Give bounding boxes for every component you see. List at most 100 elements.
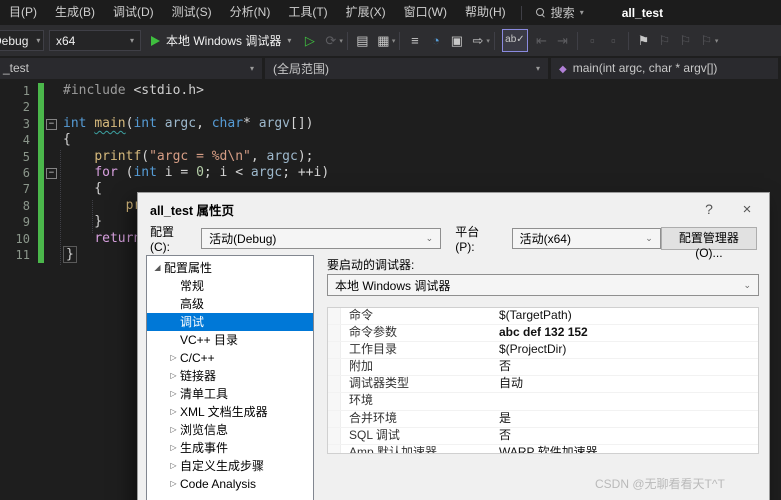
collapse-region-icon[interactable]: − (46, 168, 57, 179)
menu-item[interactable]: 扩展(X) (337, 0, 395, 25)
solution-platform-combo[interactable]: x64 ▾ (49, 30, 141, 51)
menu-item[interactable]: 工具(T) (279, 0, 336, 25)
fold-margin (44, 83, 60, 99)
tree-item[interactable]: ▷生成事件 (147, 439, 313, 457)
save-all-icon[interactable]: ▦ (373, 26, 394, 55)
start-without-debugging-icon[interactable]: ▷ (299, 26, 320, 55)
line-number: 9 (0, 214, 38, 230)
tree-item[interactable]: ◢配置属性 (147, 259, 313, 277)
solution-config-combo[interactable]: Debug ▾ (0, 30, 44, 51)
property-row[interactable]: SQL 调试否 (328, 428, 758, 445)
property-value[interactable]: 否 (499, 359, 758, 375)
tree-item[interactable]: ▷C/C++ (147, 349, 313, 367)
property-row[interactable]: 附加否 (328, 359, 758, 376)
tree-item[interactable]: 调试 (147, 313, 313, 331)
prev-bookmark-icon[interactable]: ⚐ (654, 26, 675, 55)
property-grid[interactable]: 命令$(TargetPath)命令参数abc def 132 152工作目录$(… (327, 307, 759, 454)
tree-expanded-icon[interactable]: ◢ (151, 259, 164, 277)
tree-item[interactable]: ▷清单工具 (147, 385, 313, 403)
navigate-forward-icon[interactable]: ⇨ (467, 26, 488, 55)
menu-item[interactable]: 生成(B) (46, 0, 104, 25)
code-line[interactable]: 5 printf("argc = %d\n", argc); (0, 149, 781, 165)
tree-collapsed-icon[interactable]: ▷ (167, 421, 180, 439)
member-dropdown[interactable]: ◆main(int argc, char * argv[]) (551, 58, 778, 79)
tree-collapsed-icon[interactable]: ▷ (167, 403, 180, 421)
menu-item[interactable]: 帮助(H) (456, 0, 515, 25)
tree-collapsed-icon[interactable]: ▷ (167, 475, 180, 493)
property-value[interactable]: WARP 软件加速器 (499, 445, 758, 454)
project-dropdown[interactable]: _test ▾ (0, 58, 262, 79)
tree-item[interactable]: 常规 (147, 277, 313, 295)
property-value[interactable] (499, 393, 758, 409)
line-list-icon[interactable]: ≡ (404, 26, 425, 55)
dialog-title-bar[interactable]: all_test 属性页 ? × (138, 193, 769, 225)
indent-decrease-icon[interactable]: ⇤ (531, 26, 552, 55)
fold-margin[interactable]: − (44, 165, 60, 181)
help-button[interactable]: ? (699, 201, 719, 217)
performance-icon[interactable]: ◔ (425, 26, 446, 55)
tree-item[interactable]: ▷链接器 (147, 367, 313, 385)
property-row[interactable]: 环境 (328, 393, 758, 410)
property-row[interactable]: 命令参数abc def 132 152 (328, 325, 758, 342)
menu-item[interactable]: 窗口(W) (395, 0, 456, 25)
property-value[interactable]: 是 (499, 411, 758, 427)
search-label: 搜索 (551, 4, 575, 21)
fold-margin[interactable]: − (44, 116, 60, 132)
tree-item[interactable]: ▷浏览信息 (147, 421, 313, 439)
tree-item[interactable]: ▷Code Analysis (147, 475, 313, 493)
menu-item[interactable]: 调试(D) (104, 0, 163, 25)
tree-item[interactable]: 高级 (147, 295, 313, 313)
indent-increase-icon[interactable]: ⇥ (552, 26, 573, 55)
tree-item[interactable]: VC++ 目录 (147, 331, 313, 349)
tree-item[interactable]: ▷自定义生成步骤 (147, 457, 313, 475)
chevron-down-icon: ⌄ (743, 280, 751, 291)
property-row[interactable]: 调试器类型自动 (328, 376, 758, 393)
close-icon[interactable]: × (737, 201, 757, 218)
platform-combo[interactable]: 活动(x64) ⌄ (512, 228, 661, 249)
open-file-icon[interactable]: ▤ (352, 26, 373, 55)
menu-item[interactable]: 分析(N) (221, 0, 280, 25)
next-bookmark-icon[interactable]: ⚐ (675, 26, 696, 55)
hot-reload-icon[interactable]: ⟳ (320, 26, 341, 55)
code-line[interactable]: 2 (0, 99, 781, 115)
property-value[interactable]: 自动 (499, 376, 758, 392)
property-row[interactable]: 合并环境是 (328, 411, 758, 428)
property-value[interactable]: $(ProjectDir) (499, 342, 758, 358)
spell-check-icon[interactable]: ab✓ (502, 29, 528, 52)
config-combo[interactable]: 活动(Debug) ⌄ (201, 228, 441, 249)
solution-name: all_test (622, 6, 663, 20)
code-line[interactable]: 6− for (int i = 0; i < argc; ++i) (0, 165, 781, 181)
tree-item[interactable]: ▷XML 文档生成器 (147, 403, 313, 421)
clear-bookmarks-icon[interactable]: ⚐ (696, 26, 717, 55)
tree-collapsed-icon[interactable]: ▷ (167, 439, 180, 457)
menu-item[interactable]: 测试(S) (163, 0, 221, 25)
property-value[interactable]: abc def 132 152 (499, 325, 758, 341)
tree-collapsed-icon[interactable]: ▷ (167, 349, 180, 367)
scope-dropdown[interactable]: (全局范围) ▾ (265, 58, 548, 79)
comment-icon[interactable]: ▫ (582, 26, 603, 55)
code-line[interactable]: 3−int main(int argc, char* argv[]) (0, 116, 781, 132)
toggle-bookmark-icon[interactable]: ⚑ (633, 26, 654, 55)
code-text: return (60, 231, 141, 247)
code-line[interactable]: 4{ (0, 132, 781, 148)
uncomment-icon[interactable]: ▫ (603, 26, 624, 55)
property-row[interactable]: 命令$(TargetPath) (328, 308, 758, 325)
tree-collapsed-icon[interactable]: ▷ (167, 385, 180, 403)
search-box[interactable]: 搜索 ▾ (528, 4, 592, 21)
property-tree[interactable]: ◢配置属性常规高级调试VC++ 目录▷C/C++▷链接器▷清单工具▷XML 文档… (146, 255, 314, 500)
collapse-region-icon[interactable]: − (46, 119, 57, 130)
debugger-combo[interactable]: 本地 Windows 调试器 ⌄ (327, 274, 759, 296)
property-value[interactable]: 否 (499, 428, 758, 444)
property-row[interactable]: 工作目录$(ProjectDir) (328, 342, 758, 359)
start-debugging-button[interactable]: 本地 Windows 调试器 ▾ (151, 32, 291, 49)
package-icon[interactable]: ▣ (446, 26, 467, 55)
code-line[interactable]: 1#include <stdio.h> (0, 83, 781, 99)
configuration-manager-button[interactable]: 配置管理器(O)... (661, 227, 757, 250)
tree-collapsed-icon[interactable]: ▷ (167, 457, 180, 475)
tree-collapsed-icon[interactable]: ▷ (167, 367, 180, 385)
property-value[interactable]: $(TargetPath) (499, 308, 758, 324)
menu-item[interactable]: 目(P) (0, 0, 46, 25)
property-row[interactable]: Amp 默认加速器WARP 软件加速器 (328, 445, 758, 454)
toolbar-separator (347, 32, 348, 50)
structure-guide-line (92, 200, 93, 233)
